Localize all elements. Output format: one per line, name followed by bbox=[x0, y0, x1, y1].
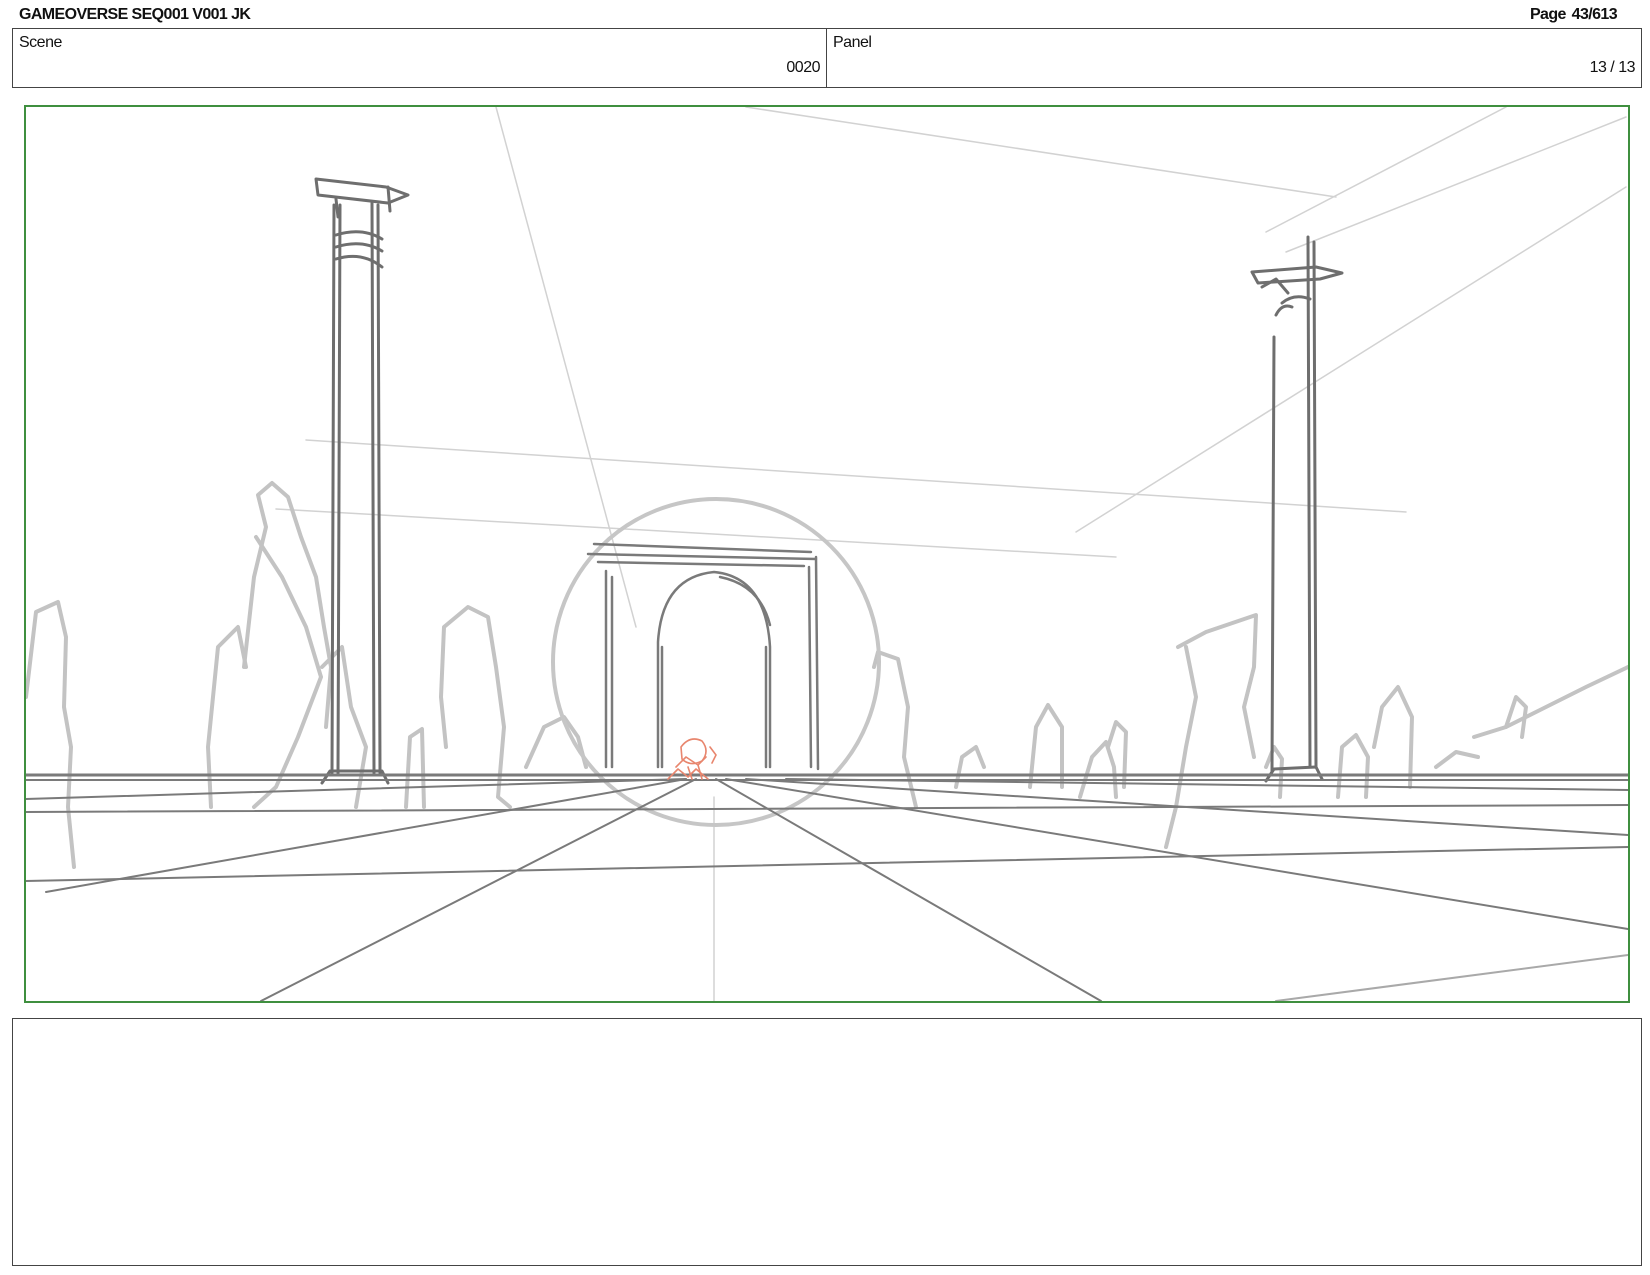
scene-label: Scene bbox=[19, 34, 62, 51]
page-number: Page 43/613 bbox=[1529, 6, 1618, 23]
character-sketch bbox=[667, 738, 717, 780]
panel-cell: Panel 13 / 13 bbox=[827, 29, 1641, 87]
ground-lines bbox=[26, 773, 1628, 1001]
right-column bbox=[1250, 235, 1344, 783]
storyboard-frame bbox=[24, 105, 1630, 1003]
info-row: Scene 0020 Panel 13 / 13 bbox=[12, 28, 1642, 88]
sketch-drawing bbox=[26, 107, 1628, 1001]
panel-label: Panel bbox=[833, 34, 872, 51]
construction-lines bbox=[275, 107, 1627, 1001]
scene-value: 0020 bbox=[786, 59, 820, 76]
document-title: GAMEOVERSE SEQ001 V001 JK bbox=[19, 6, 251, 23]
scene-cell: Scene 0020 bbox=[13, 29, 827, 87]
panel-value: 13 / 13 bbox=[1589, 59, 1636, 76]
notes-box bbox=[12, 1018, 1642, 1266]
